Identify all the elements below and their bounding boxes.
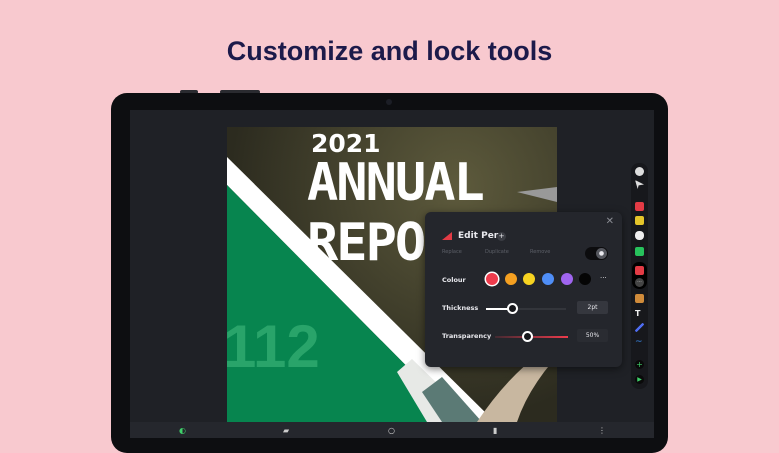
colour-swatch-purple[interactable]: [561, 273, 573, 285]
stamp-icon[interactable]: [635, 294, 644, 303]
camera: [386, 99, 392, 105]
tools-icon[interactable]: ◐: [179, 426, 186, 435]
squiggle-icon[interactable]: ~: [635, 338, 644, 347]
add-icon[interactable]: +: [635, 360, 644, 369]
headline: Customize and lock tools: [226, 36, 553, 66]
bottom-bar: ◐ ▰ ○ ▮ ⋮: [130, 422, 654, 438]
colour-swatch-black[interactable]: [579, 273, 591, 285]
colour-swatch-red[interactable]: [486, 273, 498, 285]
thickness-label: Thickness: [442, 304, 479, 312]
colour-swatch-yellow[interactable]: [523, 273, 535, 285]
text-icon[interactable]: T: [635, 309, 644, 318]
edit-pen-panel: ✕ Edit Pen + Replace Duplicate Remove ● …: [425, 212, 622, 367]
lock-toggle[interactable]: ●: [585, 247, 608, 260]
remove-button[interactable]: Remove: [530, 249, 550, 255]
text-box-icon[interactable]: [635, 247, 644, 256]
folder-add-icon[interactable]: ▰: [283, 426, 289, 435]
colour-swatch-blue[interactable]: [542, 273, 554, 285]
more-colours-button[interactable]: ···: [600, 274, 607, 282]
close-icon[interactable]: ✕: [606, 216, 614, 227]
pen-red-icon[interactable]: [635, 202, 644, 211]
pen-icon: [442, 232, 452, 240]
thickness-slider-handle[interactable]: [507, 303, 518, 314]
cover-title-line1: ANNUAL: [307, 153, 485, 213]
cover-title-line2: REPO: [307, 213, 426, 273]
lock-icon: ●: [596, 248, 607, 259]
replace-button[interactable]: Replace: [442, 249, 462, 255]
more-icon[interactable]: ···: [635, 278, 644, 287]
highlighter-icon[interactable]: [635, 216, 644, 225]
more-vertical-icon[interactable]: ⋮: [598, 426, 606, 435]
pointer-icon[interactable]: [635, 180, 644, 189]
transparency-label: Transparency: [442, 332, 492, 340]
transparency-value[interactable]: 50%: [577, 329, 608, 342]
panel-title: Edit Pen: [458, 231, 501, 241]
page-icon[interactable]: ▮: [493, 426, 497, 435]
hand-icon[interactable]: [635, 167, 644, 176]
thickness-value[interactable]: 2pt: [577, 301, 608, 314]
cover-number: 112: [227, 313, 320, 380]
record-icon[interactable]: ▶: [635, 375, 644, 384]
pen-toolbar: ··· T ~ + ▶: [631, 163, 648, 389]
active-pen-icon[interactable]: [635, 266, 644, 275]
search-icon[interactable]: ○: [388, 426, 395, 435]
transparency-slider-handle[interactable]: [522, 331, 533, 342]
duplicate-button[interactable]: Duplicate: [485, 249, 509, 255]
pen-blue-icon[interactable]: [635, 323, 644, 332]
colour-swatch-orange[interactable]: [505, 273, 517, 285]
pen-photo: [517, 187, 557, 202]
colour-label: Colour: [442, 276, 466, 284]
add-button[interactable]: +: [497, 232, 506, 241]
eraser-icon[interactable]: [635, 231, 644, 240]
